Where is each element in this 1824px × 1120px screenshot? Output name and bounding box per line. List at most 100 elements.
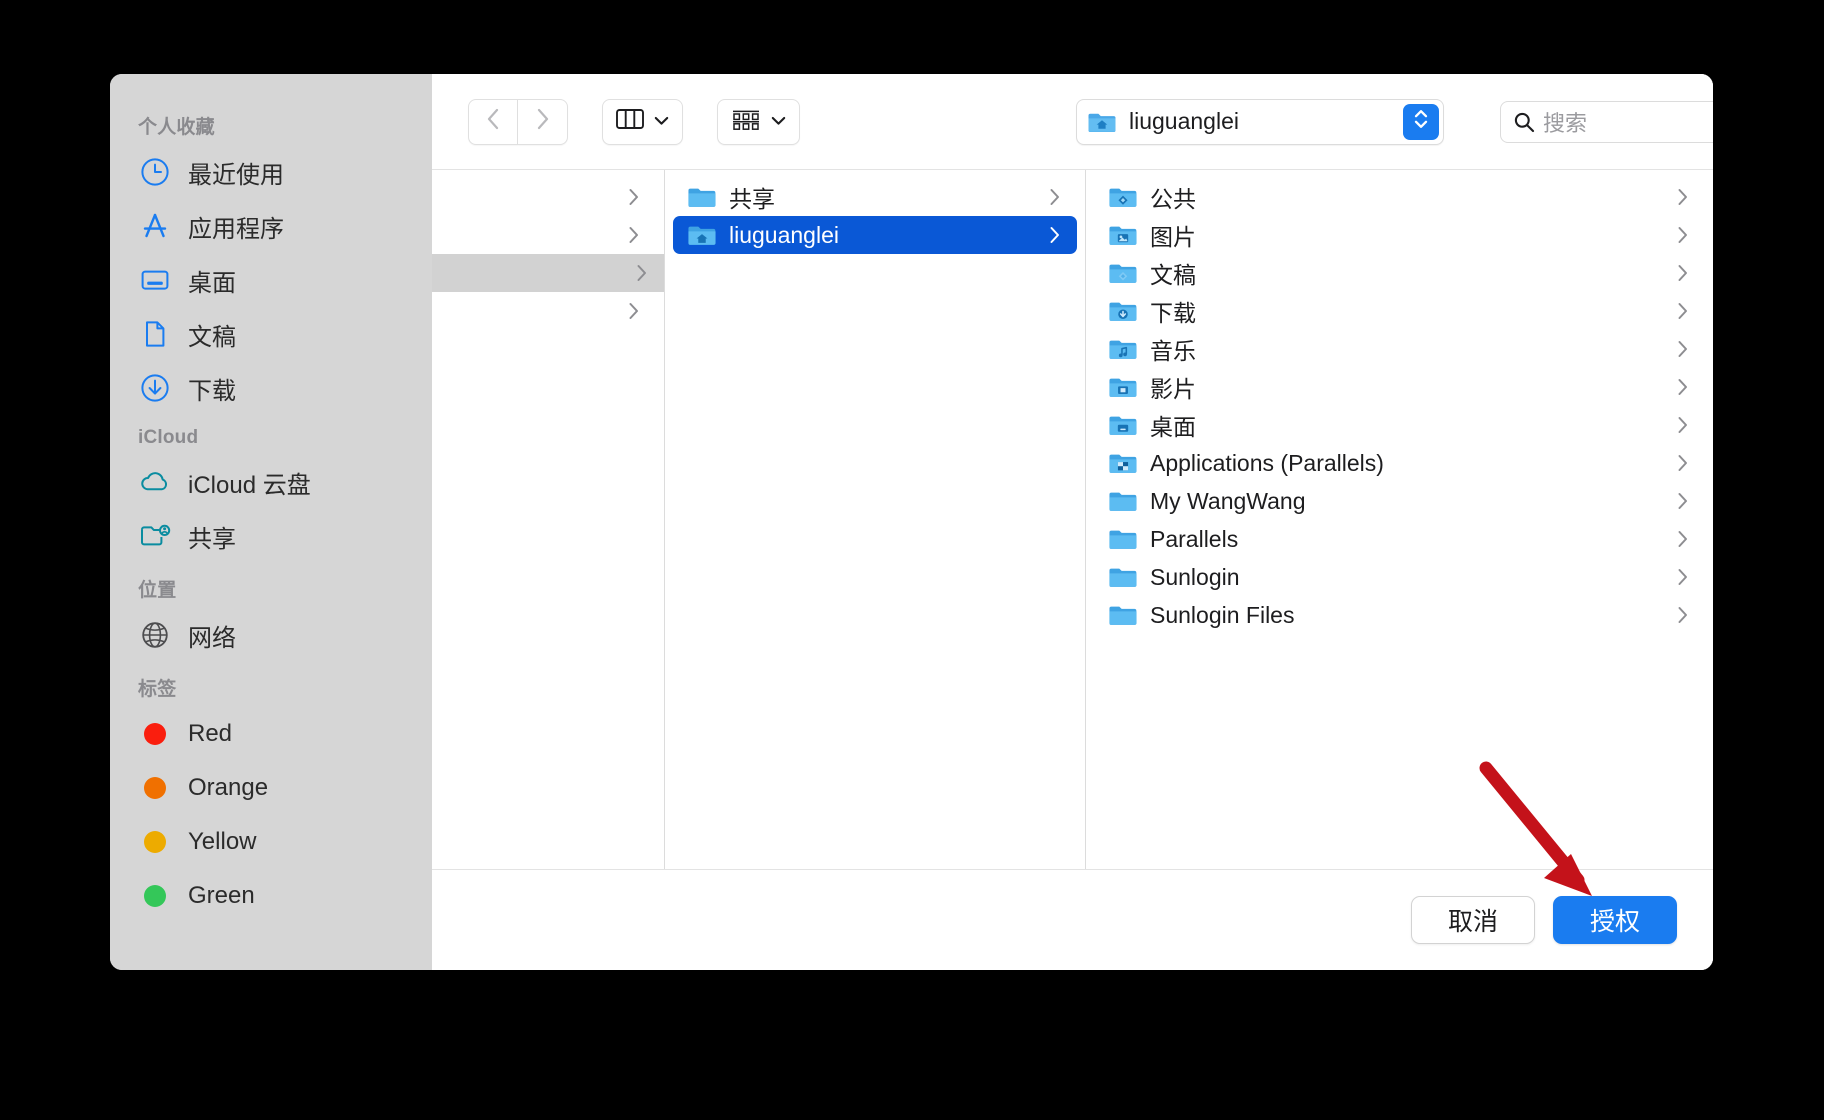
list-item-label: Sunlogin bbox=[1150, 563, 1240, 590]
sidebar-group-title: 标签 bbox=[138, 679, 177, 700]
toolbar: liuguanglei 搜索 bbox=[432, 74, 1713, 170]
folder-apps-icon bbox=[1108, 451, 1138, 475]
list-item-empty[interactable] bbox=[440, 178, 656, 216]
sidebar-item-label: iCloud 云盘 bbox=[188, 471, 311, 499]
sidebar[interactable]: 个人收藏 最近使用 应用程序 桌面 文稿 下载 iCloud iCloud 云盘 共… bbox=[110, 74, 432, 970]
browser-column-3[interactable]: 公共 图片 文稿 下载 音乐 影片 桌面 Applications (Paral… bbox=[1086, 170, 1713, 869]
folder-pictures-icon bbox=[1108, 223, 1138, 247]
sidebar-item-label: 最近使用 bbox=[188, 161, 284, 189]
sidebar-item-共享[interactable]: 共享 bbox=[110, 509, 432, 563]
list-item-label: Sunlogin Files bbox=[1150, 601, 1295, 628]
shared-folder-icon bbox=[139, 521, 171, 551]
list-item[interactable]: Parallels bbox=[1094, 520, 1705, 558]
list-item[interactable]: Sunlogin bbox=[1094, 558, 1705, 596]
tag-dot-icon bbox=[144, 723, 166, 745]
sidebar-item-label: 下载 bbox=[188, 377, 236, 405]
browser-column-2[interactable]: 共享 liuguanglei bbox=[665, 170, 1086, 869]
folder-desktop-icon bbox=[1108, 413, 1138, 437]
folder-icon bbox=[1108, 565, 1138, 589]
sidebar-item-label: 网络 bbox=[188, 624, 236, 652]
list-item[interactable]: 图片 bbox=[1094, 216, 1705, 254]
list-item[interactable]: My WangWang bbox=[1094, 482, 1705, 520]
list-item[interactable]: 文稿 bbox=[1094, 254, 1705, 292]
authorize-button[interactable]: 授权 bbox=[1553, 896, 1677, 944]
list-item-empty[interactable] bbox=[440, 292, 656, 330]
list-item[interactable]: 公共 bbox=[1094, 178, 1705, 216]
list-item[interactable]: 桌面 bbox=[1094, 406, 1705, 444]
forward-button[interactable] bbox=[518, 98, 568, 145]
document-icon bbox=[140, 319, 170, 349]
sidebar-item-orange[interactable]: Orange bbox=[110, 761, 432, 815]
list-item[interactable]: 影片 bbox=[1094, 368, 1705, 406]
list-item-label: 公共 bbox=[1150, 186, 1196, 212]
list-item-label: Applications (Parallels) bbox=[1150, 449, 1384, 476]
chevron-right-icon bbox=[1677, 530, 1689, 548]
list-item[interactable]: liuguanglei bbox=[673, 216, 1077, 254]
sidebar-group-title: iCloud bbox=[138, 427, 199, 448]
column-view-icon bbox=[616, 107, 644, 136]
sidebar-item-最近使用[interactable]: 最近使用 bbox=[110, 145, 432, 199]
chevron-right-icon bbox=[628, 302, 640, 320]
sidebar-item-label: Yellow bbox=[188, 828, 257, 855]
file-picker-dialog: 个人收藏 最近使用 应用程序 桌面 文稿 下载 iCloud iCloud 云盘 共… bbox=[110, 74, 1713, 970]
chevron-right-icon bbox=[1677, 378, 1689, 396]
home-folder-icon bbox=[1087, 110, 1117, 134]
search-input[interactable]: 搜索 bbox=[1500, 100, 1713, 143]
sidebar-item-icloud-云盘[interactable]: iCloud 云盘 bbox=[110, 455, 432, 509]
chevron-right-icon bbox=[628, 226, 640, 244]
folder-music-icon bbox=[1108, 337, 1138, 361]
list-item-empty[interactable] bbox=[440, 216, 656, 254]
path-stepper[interactable] bbox=[1403, 103, 1439, 140]
list-item-label: Parallels bbox=[1150, 525, 1239, 552]
folder-movies-icon bbox=[1108, 375, 1138, 399]
chevron-down-icon bbox=[771, 113, 786, 131]
folder-icon bbox=[1108, 603, 1138, 627]
list-item-empty[interactable] bbox=[432, 254, 664, 292]
sidebar-item-下载[interactable]: 下载 bbox=[110, 361, 432, 415]
list-item[interactable]: 共享 bbox=[673, 178, 1077, 216]
tag-dot-icon bbox=[144, 777, 166, 799]
sidebar-item-label: Red bbox=[188, 720, 233, 747]
back-button[interactable] bbox=[468, 98, 518, 145]
group-by-button[interactable] bbox=[717, 98, 800, 145]
path-popup-button[interactable]: liuguanglei bbox=[1076, 98, 1444, 145]
chevron-right-icon bbox=[1677, 264, 1689, 282]
list-item-label: liuguanglei bbox=[729, 221, 839, 248]
sidebar-item-label: Orange bbox=[188, 774, 269, 801]
globe-icon bbox=[140, 620, 170, 650]
cancel-button[interactable]: 取消 bbox=[1411, 896, 1535, 944]
main-area: liuguanglei 搜索 共享 liuguanglei 公共 图片 文稿 下… bbox=[432, 74, 1713, 970]
sidebar-item-label: 共享 bbox=[188, 525, 236, 553]
sidebar-item-网络[interactable]: 网络 bbox=[110, 608, 432, 662]
list-item[interactable]: Sunlogin Files bbox=[1094, 596, 1705, 634]
chevron-right-icon bbox=[1677, 454, 1689, 472]
path-popup-label: liuguanglei bbox=[1129, 108, 1239, 134]
sidebar-item-yellow[interactable]: Yellow bbox=[110, 815, 432, 869]
list-item[interactable]: 下载 bbox=[1094, 292, 1705, 330]
chevron-right-icon bbox=[1677, 606, 1689, 624]
sidebar-item-应用程序[interactable]: 应用程序 bbox=[110, 199, 432, 253]
list-item-label: My WangWang bbox=[1150, 487, 1306, 514]
list-item-label: 音乐 bbox=[1150, 338, 1196, 364]
folder-icon bbox=[1108, 527, 1138, 551]
chevron-right-icon bbox=[1677, 188, 1689, 206]
chevron-right-icon bbox=[1049, 188, 1061, 206]
list-item[interactable]: Applications (Parallels) bbox=[1094, 444, 1705, 482]
list-item-label: 共享 bbox=[729, 186, 775, 212]
list-item-label: 图片 bbox=[1150, 224, 1196, 250]
chevron-right-icon bbox=[1677, 492, 1689, 510]
list-item[interactable]: 音乐 bbox=[1094, 330, 1705, 368]
sidebar-item-red[interactable]: Red bbox=[110, 707, 432, 761]
chevron-right-icon bbox=[1677, 568, 1689, 586]
sidebar-item-label: 应用程序 bbox=[188, 215, 284, 243]
stepper-updown-icon bbox=[1411, 106, 1431, 137]
search-icon bbox=[1513, 111, 1535, 133]
group-by-icon bbox=[731, 107, 761, 136]
browser-column-1[interactable] bbox=[432, 170, 665, 869]
sidebar-item-桌面[interactable]: 桌面 bbox=[110, 253, 432, 307]
dialog-footer: 取消 授权 bbox=[432, 870, 1713, 970]
sidebar-item-green[interactable]: Green bbox=[110, 869, 432, 923]
sidebar-item-文稿[interactable]: 文稿 bbox=[110, 307, 432, 361]
view-mode-button[interactable] bbox=[602, 98, 683, 145]
column-browser: 共享 liuguanglei 公共 图片 文稿 下载 音乐 影片 桌面 Appl… bbox=[432, 170, 1713, 870]
